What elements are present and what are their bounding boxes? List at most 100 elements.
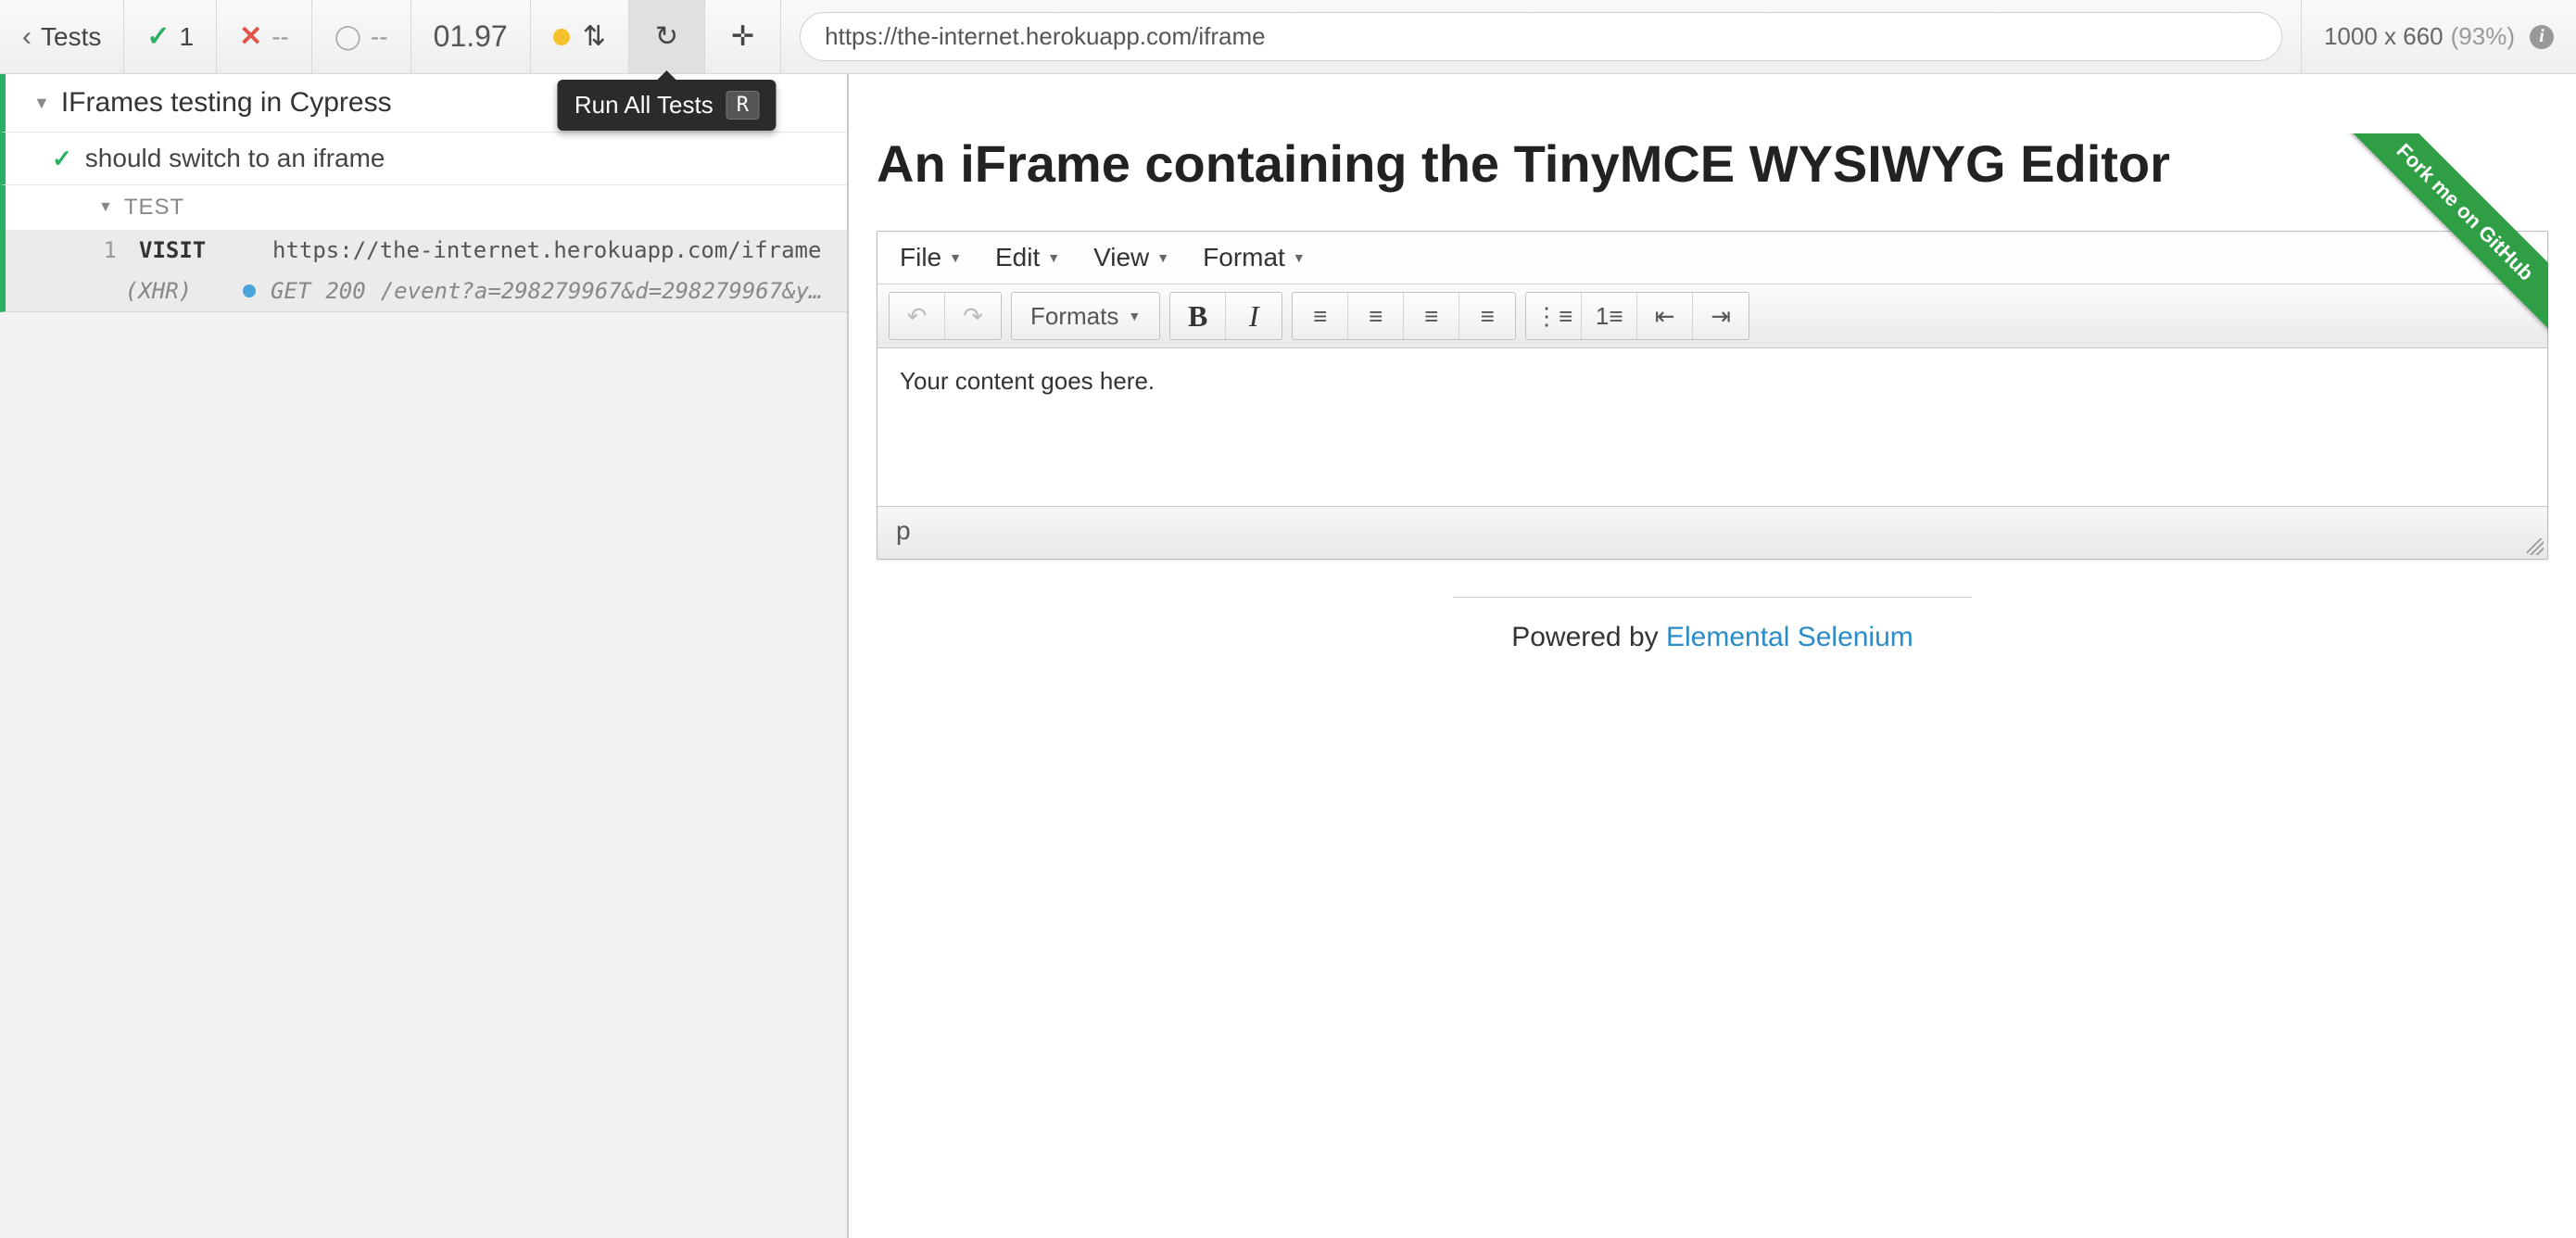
align-right-icon: ≡ xyxy=(1424,302,1438,331)
italic-button[interactable]: I xyxy=(1226,293,1282,339)
crosshair-icon: ✛ xyxy=(731,20,754,53)
rerun-icon: ↻ xyxy=(655,20,678,53)
align-right-button[interactable]: ≡ xyxy=(1404,293,1459,339)
tooltip-shortcut: R xyxy=(726,91,759,120)
outdent-button[interactable]: ⇤ xyxy=(1637,293,1693,339)
check-icon: ✓ xyxy=(146,20,170,53)
xhr-label: (XHR) xyxy=(89,278,228,304)
command-name: VISIT xyxy=(139,237,250,263)
run-tooltip: Run All Tests R xyxy=(558,80,776,131)
editor-menubar: File ▼ Edit ▼ View ▼ Format xyxy=(878,232,2547,284)
back-to-tests-button[interactable]: ‹ Tests xyxy=(0,0,124,73)
resize-grip-icon[interactable] xyxy=(2527,538,2544,555)
bullet-list-icon: ⋮≡ xyxy=(1534,302,1572,331)
failed-count: ✕ -- xyxy=(217,0,312,73)
info-icon[interactable]: i xyxy=(2530,25,2554,49)
dims-scale: (93%) xyxy=(2451,22,2515,51)
align-center-icon: ≡ xyxy=(1369,302,1383,331)
dims-value: 1000 x 660 xyxy=(2324,22,2443,51)
tinymce-editor: File ▼ Edit ▼ View ▼ Format xyxy=(877,231,2548,560)
chevron-left-icon: ‹ xyxy=(22,21,32,53)
caret-down-icon: ▼ xyxy=(1156,250,1169,265)
menu-format-label: Format xyxy=(1203,243,1285,272)
spec-title: IFrames testing in Cypress xyxy=(61,87,392,119)
align-justify-button[interactable]: ≡ xyxy=(1459,293,1515,339)
numbered-list-button[interactable]: 1≡ xyxy=(1582,293,1637,339)
selector-playground-button[interactable]: ✛ xyxy=(705,0,781,73)
redo-icon: ↷ xyxy=(963,302,983,331)
aut-pane: Fork me on GitHub An iFrame containing t… xyxy=(849,74,2576,1238)
run-all-tests-button[interactable]: ↻ Run All Tests R xyxy=(629,0,705,73)
command-row[interactable]: 1 VISIT https://the-internet.herokuapp.c… xyxy=(0,230,847,271)
arrows-vertical-icon: ⇅ xyxy=(583,20,606,53)
menu-view[interactable]: View ▼ xyxy=(1093,243,1169,272)
footer-text: Powered by Elemental Selenium xyxy=(877,622,2548,653)
formats-label: Formats xyxy=(1030,302,1118,331)
align-left-button[interactable]: ≡ xyxy=(1293,293,1348,339)
xhr-row[interactable]: (XHR) GET 200 /event?a=298279967&d=29827… xyxy=(0,271,847,312)
editor-path[interactable]: p xyxy=(896,516,911,546)
circle-icon: ◯ xyxy=(335,22,361,51)
test-name: should switch to an iframe xyxy=(85,144,385,173)
align-center-button[interactable]: ≡ xyxy=(1348,293,1404,339)
passed-value: 1 xyxy=(180,22,195,52)
tests-label: Tests xyxy=(41,22,101,52)
check-icon: ✓ xyxy=(52,145,72,173)
menu-file-label: File xyxy=(900,243,941,272)
numbered-list-icon: 1≡ xyxy=(1596,302,1623,331)
menu-file[interactable]: File ▼ xyxy=(900,243,962,272)
undo-button[interactable]: ↶ xyxy=(890,293,945,339)
caret-down-icon: ▼ xyxy=(1047,250,1060,265)
pending-value: -- xyxy=(371,22,388,52)
undo-icon: ↶ xyxy=(907,302,928,331)
formats-dropdown[interactable]: Formats ▼ xyxy=(1012,293,1159,339)
command-number: 1 xyxy=(89,237,117,263)
test-row[interactable]: ✓ should switch to an iframe xyxy=(0,133,847,185)
xhr-status: 200 xyxy=(325,278,365,304)
viewport-dimensions[interactable]: 1000 x 660 (93%) i xyxy=(2302,0,2576,73)
caret-down-icon: ▼ xyxy=(949,250,962,265)
failed-value: -- xyxy=(271,22,289,52)
menu-edit-label: Edit xyxy=(995,243,1040,272)
github-ribbon[interactable]: Fork me on GitHub xyxy=(2326,133,2548,356)
pending-count: ◯ -- xyxy=(312,0,411,73)
auto-scroll-toggle[interactable]: ⇅ xyxy=(531,0,629,73)
test-duration: 01.97 xyxy=(411,0,531,73)
footer-link[interactable]: Elemental Selenium xyxy=(1666,622,1913,652)
status-dot-icon xyxy=(553,29,570,45)
command-message: https://the-internet.herokuapp.com/ifram… xyxy=(272,237,821,263)
bullet-list-button[interactable]: ⋮≡ xyxy=(1526,293,1582,339)
test-body-label: TEST xyxy=(124,195,184,221)
menu-edit[interactable]: Edit ▼ xyxy=(995,243,1060,272)
xhr-method: GET xyxy=(271,278,310,304)
passed-count: ✓ 1 xyxy=(124,0,217,73)
indent-icon: ⇥ xyxy=(1711,302,1731,331)
footer-divider xyxy=(1453,597,1972,598)
bold-button[interactable]: B xyxy=(1170,293,1226,339)
command-log-panel[interactable]: ▼ IFrames testing in Cypress ✓ should sw… xyxy=(0,74,849,1238)
editor-text: Your content goes here. xyxy=(900,367,1155,395)
redo-button[interactable]: ↷ xyxy=(945,293,1001,339)
editor-content[interactable]: Your content goes here. xyxy=(878,348,2547,506)
menu-format[interactable]: Format ▼ xyxy=(1203,243,1306,272)
caret-down-icon: ▼ xyxy=(98,199,113,216)
x-icon: ✕ xyxy=(239,20,262,53)
duration-value: 01.97 xyxy=(434,19,508,54)
align-left-icon: ≡ xyxy=(1313,302,1327,331)
caret-down-icon: ▼ xyxy=(33,94,50,113)
outdent-icon: ⇤ xyxy=(1655,302,1675,331)
tooltip-text: Run All Tests xyxy=(575,91,713,120)
caret-down-icon: ▼ xyxy=(1128,309,1141,323)
test-body-header[interactable]: ▼ TEST xyxy=(0,185,847,230)
aut-url-bar[interactable]: https://the-internet.herokuapp.com/ifram… xyxy=(781,0,2302,73)
indent-button[interactable]: ⇥ xyxy=(1693,293,1749,339)
menu-view-label: View xyxy=(1093,243,1149,272)
footer-prefix: Powered by xyxy=(1511,622,1666,652)
align-justify-icon: ≡ xyxy=(1481,302,1495,331)
xhr-status-dot-icon xyxy=(243,284,256,297)
url-value: https://the-internet.herokuapp.com/ifram… xyxy=(800,12,2282,61)
xhr-path: /event?a=298279967&d=298279967&y=false&… xyxy=(381,278,828,304)
caret-down-icon: ▼ xyxy=(1293,250,1306,265)
editor-toolbar: ↶ ↷ Formats ▼ B I xyxy=(878,284,2547,348)
editor-statusbar: p xyxy=(878,506,2547,559)
